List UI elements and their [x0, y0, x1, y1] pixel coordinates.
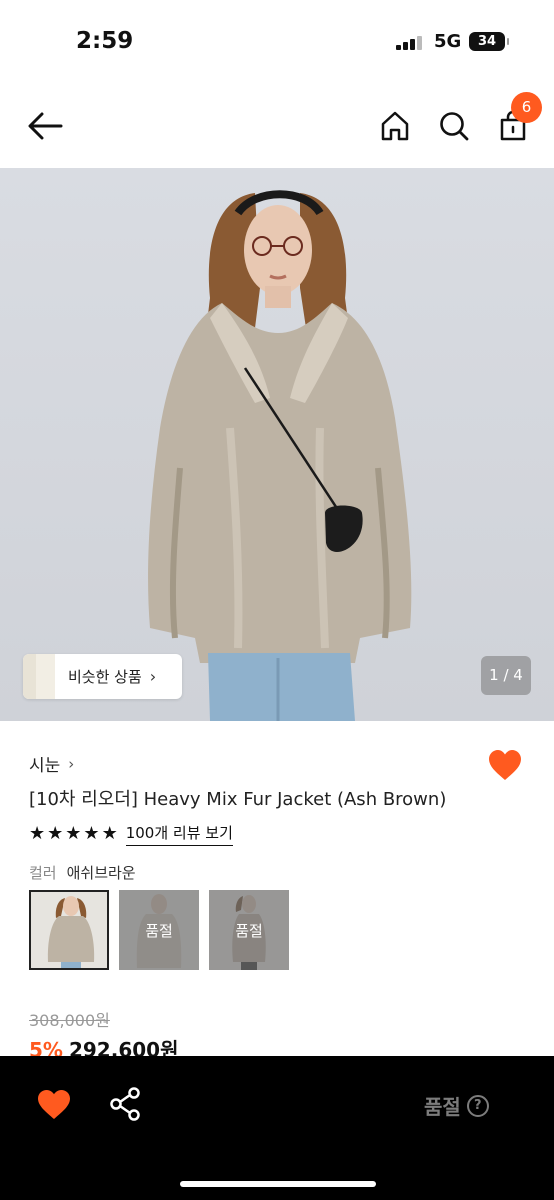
cart-count-badge: 6 [511, 92, 542, 123]
soldout-overlay: 품절 [209, 890, 289, 970]
home-button[interactable] [376, 106, 414, 146]
rating-stars: ★ ★ ★ ★ ★ [29, 823, 118, 845]
color-label: 컬러 [29, 864, 57, 882]
star-icon: ★ [47, 823, 64, 844]
search-button[interactable] [434, 106, 474, 146]
original-price: 308,000원 [29, 1011, 110, 1030]
app-header [0, 84, 554, 168]
star-icon: ★ [65, 823, 82, 844]
review-link[interactable]: 100개 리뷰 보기 [125, 822, 233, 846]
battery-icon: 34 [469, 32, 509, 51]
swatch-thumbnail [31, 892, 107, 968]
arrow-left-icon [28, 112, 63, 140]
like-heart-icon[interactable] [36, 1088, 72, 1122]
soldout-overlay: 품절 [119, 890, 199, 970]
color-swatch-3[interactable]: 품절 [209, 890, 289, 970]
color-swatch-2[interactable]: 품절 [119, 890, 199, 970]
product-photo [148, 190, 412, 721]
product-image[interactable]: 비슷한 상품 › 1 / 4 [0, 168, 554, 721]
star-icon: ★ [83, 823, 100, 844]
brand-link[interactable]: 시눈 › [29, 751, 75, 777]
home-indicator [180, 1181, 376, 1187]
share-icon[interactable] [108, 1086, 144, 1122]
help-icon[interactable]: ? [466, 1094, 489, 1117]
color-value: 애쉬브라운 [66, 864, 136, 882]
image-page-indicator: 1 / 4 [481, 656, 531, 695]
soldout-label: 품절 [424, 1095, 461, 1119]
status-time: 2:59 [76, 28, 134, 54]
star-icon: ★ [29, 823, 46, 844]
star-icon: ★ [101, 823, 118, 844]
network-label: 5G [434, 31, 462, 52]
chevron-right-icon: › [68, 754, 75, 773]
color-row: 컬러 애쉬브라운 [29, 862, 136, 883]
search-icon [440, 112, 469, 141]
similar-products-button[interactable]: 비슷한 상품 › [23, 654, 182, 699]
bottom-action-bar: 품절 ? [0, 1056, 554, 1200]
back-button[interactable] [22, 104, 68, 148]
status-bar: 2:59 5G 34 [0, 0, 554, 84]
product-title: [10차 리오더] Heavy Mix Fur Jacket (Ash Brow… [29, 789, 447, 810]
soldout-status: 품절 ? [424, 1091, 489, 1120]
similar-products-thumbnail [23, 654, 55, 699]
brand-name: 시눈 [29, 756, 61, 776]
color-swatch-ash-brown[interactable] [29, 890, 109, 970]
signal-icon [396, 36, 426, 50]
home-icon [381, 111, 409, 141]
similar-products-label: 비슷한 상품 [68, 668, 142, 686]
like-heart-icon[interactable] [487, 748, 523, 784]
rating-row: ★ ★ ★ ★ ★ 100개 리뷰 보기 [29, 822, 233, 846]
chevron-right-icon: › [149, 667, 157, 686]
